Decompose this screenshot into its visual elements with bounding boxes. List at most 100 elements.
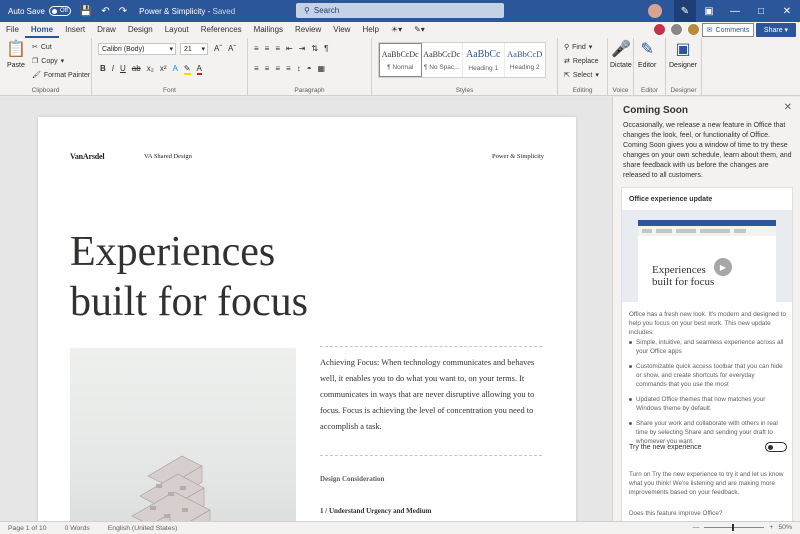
pen-tool-icon[interactable]: ✎▾ [408, 22, 431, 38]
building-photo[interactable] [70, 348, 296, 521]
font-label: Font [162, 87, 176, 94]
text-effects-icon[interactable]: A [172, 64, 177, 75]
lightbulb-icon[interactable]: ☀▾ [385, 22, 408, 38]
close-pane-icon[interactable]: ✕ [784, 102, 792, 113]
zoom-level[interactable]: 50% [778, 524, 792, 531]
voice-label: Voice [612, 87, 629, 94]
maximize-icon[interactable]: □ [748, 6, 774, 17]
word-count[interactable]: 0 Words [65, 525, 90, 532]
zoom-in-icon[interactable]: + [769, 524, 773, 531]
document-headline[interactable]: Experiences built for focus [70, 227, 390, 327]
collaborator-avatar[interactable] [653, 23, 666, 36]
comments-button[interactable]: ✉ Comments [702, 23, 754, 37]
decrease-indent-icon[interactable]: ⇤ [286, 44, 293, 53]
editor-button[interactable]: ✎ Editor [638, 41, 656, 69]
undo-icon[interactable]: ↶ [101, 6, 109, 17]
highlight-icon[interactable]: ✎ [183, 64, 191, 75]
redo-icon[interactable]: ↷ [119, 6, 127, 17]
find-button[interactable]: ⚲ Find ▾ [564, 43, 592, 52]
bullets-icon[interactable]: ≡ [254, 44, 259, 53]
copy-button[interactable]: ❐ Copy ▾ [32, 57, 64, 66]
page-count[interactable]: Page 1 of 10 [8, 525, 47, 532]
collaborator-avatar[interactable] [687, 23, 700, 36]
tab-layout[interactable]: Layout [159, 22, 195, 38]
style-no-spacing[interactable]: AaBbCcDc ¶ No Spac... [422, 43, 463, 77]
feature-preview-thumbnail[interactable]: Experiences built for focus ▶ [622, 210, 792, 302]
autosave-toggle[interactable]: Off [48, 6, 71, 16]
select-icon: ⇱ [564, 72, 570, 79]
tab-help[interactable]: Help [356, 22, 384, 38]
try-new-experience-toggle[interactable] [765, 442, 787, 452]
document-page[interactable]: VanArsdel VA Shared Design Power & Simpl… [38, 117, 576, 521]
justify-icon[interactable]: ≡ [286, 64, 291, 73]
shading-icon[interactable]: ◓ [307, 64, 312, 73]
borders-icon[interactable]: ▦ [318, 64, 326, 73]
paste-button[interactable]: 📋 Paste [6, 41, 26, 69]
style-heading-2[interactable]: AaBbCcD Heading 2 [505, 43, 546, 77]
dictate-button[interactable]: 🎤 Dictate [610, 41, 632, 69]
font-color-icon[interactable]: A [196, 64, 202, 75]
tab-draw[interactable]: Draw [91, 22, 122, 38]
numbering-icon[interactable]: ≡ [265, 44, 270, 53]
pilcrow-icon[interactable]: ¶ [324, 44, 328, 53]
minimize-icon[interactable]: — [722, 6, 748, 17]
language[interactable]: English (United States) [108, 525, 178, 532]
align-center-icon[interactable]: ≡ [265, 64, 270, 73]
font-family-select[interactable]: Calibri (Body) ▾ [98, 43, 176, 55]
body-paragraph[interactable]: Achieving Focus: When technology communi… [320, 355, 550, 435]
autosave-control[interactable]: Auto Save Off [8, 6, 71, 16]
underline-icon[interactable]: U [120, 64, 126, 75]
bold-icon[interactable]: B [100, 64, 106, 75]
point-heading[interactable]: 1 / Understand Urgency and Medium [320, 507, 431, 515]
editor-group: ✎ Editor Editor [634, 38, 666, 96]
user-avatar[interactable] [648, 4, 662, 18]
font-size-select[interactable]: 21 ▾ [180, 43, 208, 55]
tab-insert[interactable]: Insert [59, 22, 91, 38]
grow-font-icon[interactable]: Aˆ [214, 44, 222, 53]
sort-icon[interactable]: ⇅ [311, 44, 318, 53]
tab-review[interactable]: Review [289, 22, 327, 38]
multilevel-list-icon[interactable]: ≡ [275, 44, 280, 53]
italic-icon[interactable]: I [112, 64, 114, 75]
play-icon[interactable]: ▶ [714, 258, 732, 276]
tab-mailings[interactable]: Mailings [248, 22, 289, 38]
title-bar: Auto Save Off 💾 ↶ ↷ Power & Simplicity -… [0, 0, 800, 22]
section-subheading[interactable]: Design Consideration [320, 475, 384, 483]
ribbon-display-icon[interactable]: ▣ [696, 6, 722, 17]
tab-references[interactable]: References [195, 22, 248, 38]
share-button[interactable]: Share ▾ [756, 23, 796, 37]
select-button[interactable]: ⇱ Select ▾ [564, 71, 599, 80]
align-right-icon[interactable]: ≡ [275, 64, 280, 73]
save-icon[interactable]: 💾 [80, 6, 92, 17]
strikethrough-icon[interactable]: ab [132, 64, 141, 75]
increase-indent-icon[interactable]: ⇥ [299, 44, 306, 53]
search-box[interactable]: ⚲ Search [296, 3, 504, 18]
pen-icon[interactable]: ✎ [674, 0, 696, 22]
replace-button[interactable]: ⇄ Replace [564, 57, 599, 66]
style-normal[interactable]: AaBbCcDc ¶ Normal [379, 43, 422, 77]
collaborator-avatar[interactable] [670, 23, 683, 36]
building-illustration [131, 455, 211, 521]
list-item: Updated Office themes that now matches y… [629, 395, 787, 413]
align-left-icon[interactable]: ≡ [254, 64, 259, 73]
tab-file[interactable]: File [0, 22, 25, 38]
style-heading-1[interactable]: AaBbCc Heading 1 [463, 43, 505, 77]
tab-view[interactable]: View [327, 22, 356, 38]
tab-home[interactable]: Home [24, 22, 60, 38]
zoom-out-icon[interactable]: — [693, 524, 700, 531]
subscript-icon[interactable]: x₂ [147, 64, 154, 75]
search-placeholder: Search [313, 6, 340, 15]
shrink-font-icon[interactable]: Aˇ [228, 44, 236, 53]
superscript-icon[interactable]: x² [160, 64, 167, 75]
tab-design[interactable]: Design [122, 22, 159, 38]
paragraph-group: ≡ ≡ ≡ ⇤ ⇥ ⇅ ¶ ≡ ≡ ≡ ≡ ↕ ◓ ▦ Paragraph [248, 38, 372, 96]
close-icon[interactable]: ✕ [774, 6, 800, 17]
document-canvas[interactable]: VanArsdel VA Shared Design Power & Simpl… [0, 97, 612, 521]
zoom-slider[interactable] [704, 524, 765, 531]
status-bar: Page 1 of 10 0 Words English (United Sta… [0, 521, 800, 534]
format-painter-button[interactable]: 🖌 Format Painter [32, 71, 90, 80]
line-spacing-icon[interactable]: ↕ [297, 64, 301, 73]
card-title: Office experience update [629, 196, 713, 203]
cut-button[interactable]: ✂ Cut [32, 43, 52, 52]
designer-button[interactable]: ▣ Designer [669, 41, 697, 69]
